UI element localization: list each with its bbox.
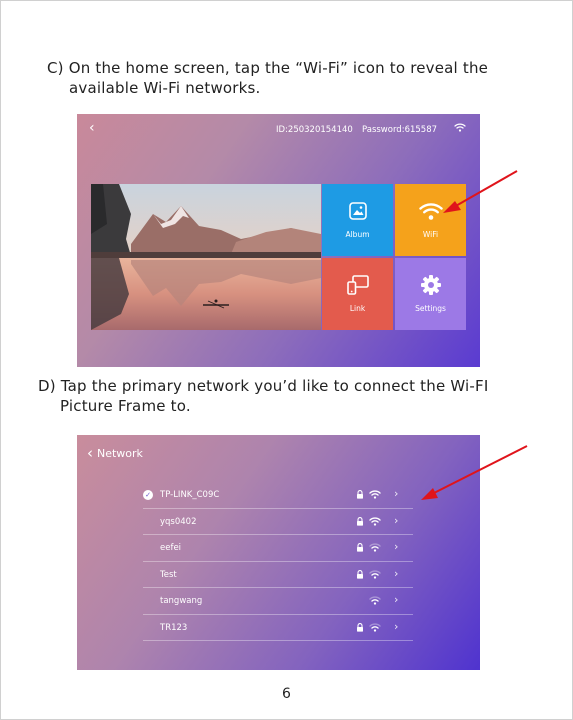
wifi-label: WiFi — [422, 230, 439, 239]
device-id: ID:250320154140 — [276, 125, 353, 135]
step-d-line-2: Picture Frame to. — [60, 397, 191, 415]
chevron-right-icon: › — [394, 513, 399, 527]
network-row[interactable]: eefei › — [143, 535, 413, 562]
device-password: Password:615587 — [362, 125, 438, 135]
network-screen-screenshot: ‹ Network ✓ TP-LINK_C09C › yqs0402 › eefei › Te… — [77, 435, 480, 670]
step-d-instruction: D) Tap the primary network you’d like to… — [38, 376, 488, 416]
lock-icon — [356, 516, 364, 529]
wifi-status-icon — [454, 123, 466, 135]
network-title: Network — [97, 446, 143, 460]
network-header[interactable]: ‹ Network — [87, 446, 143, 461]
home-top-bar: ‹ ID:250320154140 Password:615587 — [77, 114, 480, 144]
wifi-signal-icon — [369, 596, 381, 608]
chevron-right-icon: › — [394, 540, 399, 553]
home-screen-screenshot: ‹ ID:250320154140 Password:615587 Album … — [77, 114, 480, 367]
wifi-tile[interactable]: WiFi — [395, 184, 466, 256]
step-c-line-1: C) On the home screen, tap the “Wi-Fi” i… — [47, 59, 489, 77]
wifi-signal-icon — [369, 490, 381, 502]
network-list: ✓ TP-LINK_C09C › yqs0402 › eefei › Test › tangwan… — [143, 482, 413, 641]
wifi-icon — [395, 199, 466, 223]
back-icon[interactable]: ‹ — [89, 120, 95, 136]
step-c-instruction: C) On the home screen, tap the “Wi-Fi” i… — [47, 58, 488, 98]
network-ssid: TP-LINK_C09C — [160, 490, 220, 500]
network-row[interactable]: yqs0402 › — [143, 509, 413, 535]
step-c-line-2: available Wi-Fi networks. — [69, 79, 261, 97]
gear-icon — [395, 273, 466, 297]
back-chevron-icon[interactable]: ‹ — [87, 446, 93, 461]
connected-check-icon: ✓ — [143, 490, 153, 500]
page-number: 6 — [282, 686, 291, 702]
chevron-right-icon: › — [394, 619, 399, 633]
network-ssid: TR123 — [160, 622, 188, 633]
album-icon — [322, 199, 393, 223]
network-ssid: eefei — [160, 543, 182, 553]
album-tile[interactable]: Album — [322, 184, 393, 256]
network-row[interactable]: ✓ TP-LINK_C09C › — [143, 482, 413, 509]
wifi-signal-icon — [369, 622, 381, 635]
settings-tile[interactable]: Settings — [395, 258, 466, 330]
album-label: Album — [345, 230, 370, 239]
link-icon — [322, 273, 393, 297]
lock-icon — [356, 622, 364, 635]
slideshow-photo[interactable] — [91, 184, 321, 330]
step-d-line-1: D) Tap the primary network you’d like to… — [38, 377, 489, 395]
lock-icon — [356, 543, 364, 555]
network-row[interactable]: tangwang › — [143, 588, 413, 615]
network-row[interactable]: Test › — [143, 562, 413, 588]
settings-label: Settings — [415, 304, 446, 313]
network-row[interactable]: TR123 › — [143, 615, 413, 641]
chevron-right-icon: › — [394, 487, 399, 500]
chevron-right-icon: › — [394, 593, 399, 606]
wifi-signal-icon — [369, 569, 381, 582]
wifi-signal-icon — [369, 516, 381, 529]
network-ssid: tangwang — [160, 596, 203, 606]
link-tile[interactable]: Link — [322, 258, 393, 330]
lock-icon — [356, 569, 364, 582]
network-ssid: yqs0402 — [160, 516, 197, 527]
chevron-right-icon: › — [394, 566, 399, 580]
wifi-signal-icon — [369, 543, 381, 555]
home-menu-tiles: Album WiFi Link Settings — [322, 184, 466, 330]
network-ssid: Test — [160, 569, 177, 580]
lock-icon — [356, 490, 364, 502]
link-label: Link — [349, 304, 366, 313]
